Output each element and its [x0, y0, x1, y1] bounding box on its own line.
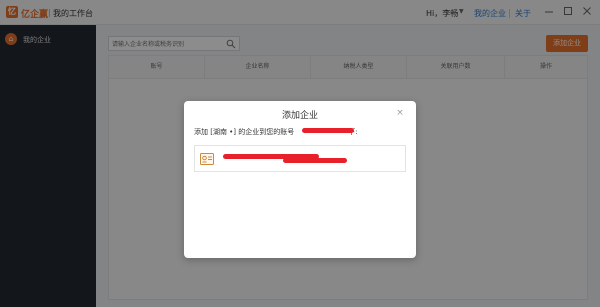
company-option[interactable]: [194, 145, 406, 172]
id-card-icon: [200, 153, 214, 165]
dialog-message-text: 添加 [湖南 •] 的企业到您的账号: [194, 128, 295, 136]
redaction-mark: [283, 158, 347, 163]
dialog-title: 添加企业: [281, 111, 318, 121]
add-company-dialog: 添加企业 × 添加 [湖南 •] 的企业到您的账号下:: [184, 101, 416, 258]
redaction-mark: [302, 128, 354, 133]
close-icon[interactable]: ×: [395, 108, 405, 118]
